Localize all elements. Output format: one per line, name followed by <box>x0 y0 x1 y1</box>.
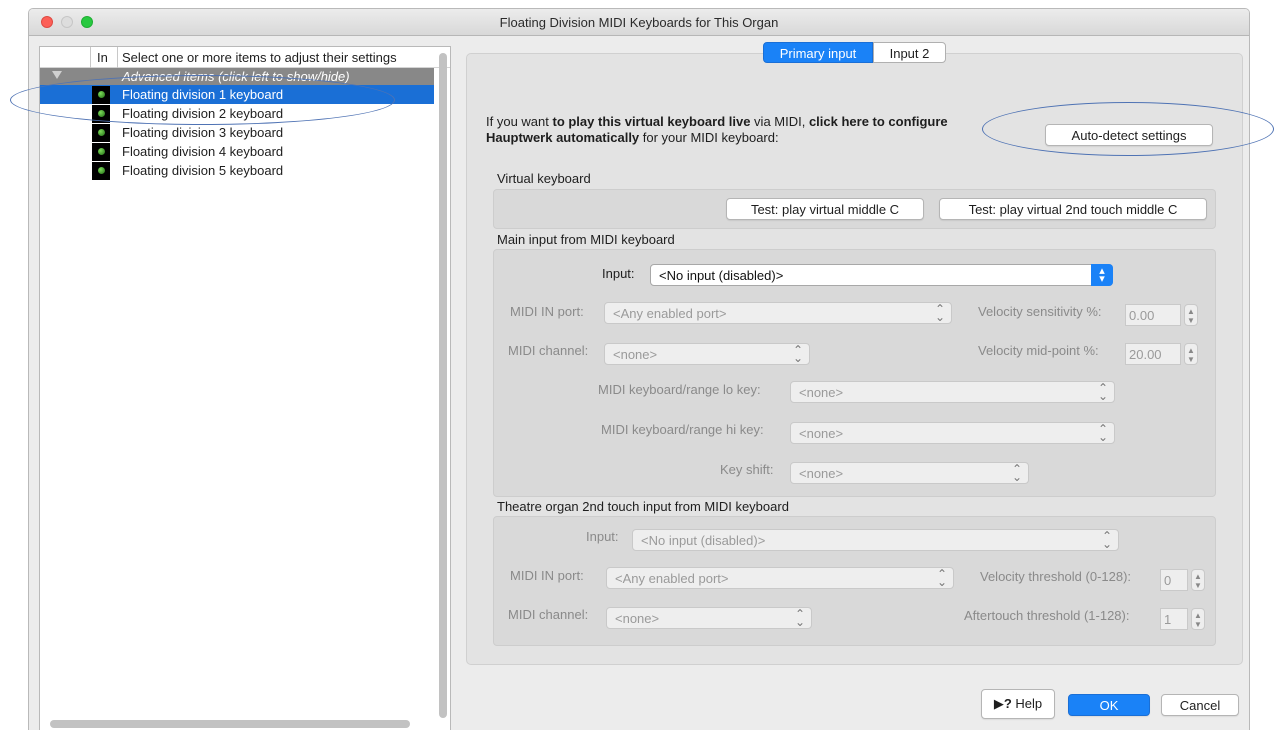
tree-item-label: Floating division 1 keyboard <box>122 87 284 102</box>
theatre-midi-in-port-select[interactable]: <Any enabled port> ⌃ ⌄ <box>606 567 954 589</box>
cancel-button[interactable]: Cancel <box>1161 694 1239 716</box>
key-shift-value: <none> <box>799 466 844 481</box>
led-indicator-icon <box>92 124 110 142</box>
intro-text-bold: to play this virtual keyboard live <box>552 114 751 129</box>
theatre-input-group: Input: <No input (disabled)> ⌃ ⌄ MIDI IN … <box>493 516 1216 646</box>
vertical-scrollbar[interactable] <box>439 53 447 718</box>
virtual-keyboard-group: Test: play virtual middle C Test: play v… <box>493 189 1216 229</box>
aftertouch-threshold-label: Aftertouch threshold (1-128): <box>964 608 1130 623</box>
input-label: Input: <box>602 266 635 281</box>
midi-channel-label: MIDI channel: <box>508 343 589 358</box>
input-select-value: <No input (disabled)> <box>659 268 784 283</box>
tree-item-label: Floating division 4 keyboard <box>122 144 284 159</box>
select-arrows-icon: ⌃ ⌄ <box>936 567 947 589</box>
aftertouch-threshold-stepper[interactable]: ▲ ▼ <box>1191 608 1205 630</box>
velocity-sensitivity-label: Velocity sensitivity %: <box>978 304 1102 319</box>
theatre-midi-channel-select[interactable]: <none> ⌃ ⌄ <box>606 607 812 629</box>
velocity-threshold-stepper[interactable]: ▲ ▼ <box>1191 569 1205 591</box>
tree-item-floating-division-1[interactable]: Floating division 1 keyboard <box>40 85 434 104</box>
select-arrows-icon: ⌃ ⌄ <box>1011 462 1022 484</box>
theatre-midi-in-port-label: MIDI IN port: <box>510 568 584 583</box>
tree-item-floating-division-2[interactable]: Floating division 2 keyboard <box>40 104 434 123</box>
tree-item-label: Floating division 3 keyboard <box>122 125 284 140</box>
theatre-input-select[interactable]: <No input (disabled)> ⌃ ⌄ <box>632 529 1119 551</box>
advanced-items-label: Advanced items (click left to show/hide) <box>122 69 350 84</box>
midi-channel-select[interactable]: <none> ⌃ ⌄ <box>604 343 810 365</box>
main-input-group: Input: <No input (disabled)> ▴ ▾ MIDI IN … <box>493 249 1216 497</box>
help-icon: ▶? <box>993 696 1012 711</box>
select-arrows-icon: ⌃ ⌄ <box>934 302 945 324</box>
theatre-input-label: Input: <box>586 529 619 544</box>
tree-item-label: Floating division 5 keyboard <box>122 163 284 178</box>
tree-item-floating-division-4[interactable]: Floating division 4 keyboard <box>40 142 434 161</box>
input-select[interactable]: <No input (disabled)> ▴ ▾ <box>650 264 1113 286</box>
section-main-input: Main input from MIDI keyboard <box>497 232 675 247</box>
theatre-midi-channel-value: <none> <box>615 611 660 626</box>
column-header-select[interactable]: Select one or more items to adjust their… <box>122 50 397 65</box>
velocity-midpoint-stepper[interactable]: ▲ ▼ <box>1184 343 1198 365</box>
ok-button[interactable]: OK <box>1068 694 1150 716</box>
select-arrows-icon: ⌃ ⌄ <box>792 343 803 365</box>
item-tree[interactable]: In Select one or more items to adjust th… <box>39 46 451 730</box>
midi-channel-value: <none> <box>613 347 658 362</box>
velocity-threshold-field[interactable]: 0 <box>1160 569 1188 591</box>
test-middle-c-button[interactable]: Test: play virtual middle C <box>726 198 924 220</box>
lo-key-select[interactable]: <none> ⌃ ⌄ <box>790 381 1115 403</box>
horizontal-scrollbar[interactable] <box>50 720 410 728</box>
led-indicator-icon <box>92 86 110 104</box>
tree-header: In Select one or more items to adjust th… <box>40 47 450 68</box>
select-arrows-icon: ⌃ ⌄ <box>1097 422 1108 444</box>
help-button-label: Help <box>1015 696 1043 711</box>
velocity-threshold-label: Velocity threshold (0-128): <box>980 569 1132 584</box>
test-2nd-touch-middle-c-button[interactable]: Test: play virtual 2nd touch middle C <box>939 198 1207 220</box>
tab-primary-input[interactable]: Primary input <box>763 42 873 63</box>
key-shift-select[interactable]: <none> ⌃ ⌄ <box>790 462 1029 484</box>
intro-text-part: If you want <box>486 114 553 129</box>
select-arrows-icon: ⌃ ⌄ <box>1101 529 1112 551</box>
tree-item-floating-division-3[interactable]: Floating division 3 keyboard <box>40 123 434 142</box>
velocity-midpoint-label: Velocity mid-point %: <box>978 343 1099 358</box>
auto-detect-intro-text: If you want to play this virtual keyboar… <box>486 114 1006 146</box>
tree-item-floating-division-5[interactable]: Floating division 5 keyboard <box>40 161 434 180</box>
dialog-window: Floating Division MIDI Keyboards for Thi… <box>28 8 1250 730</box>
lo-key-value: <none> <box>799 385 844 400</box>
hi-key-label: MIDI keyboard/range hi key: <box>601 422 764 437</box>
advanced-items-row[interactable]: Advanced items (click left to show/hide) <box>40 68 434 85</box>
velocity-sensitivity-field[interactable]: 0.00 <box>1125 304 1181 326</box>
title-bar: Floating Division MIDI Keyboards for Thi… <box>29 9 1249 36</box>
theatre-midi-channel-label: MIDI channel: <box>508 607 589 622</box>
tree-item-label: Floating division 2 keyboard <box>122 106 284 121</box>
help-button[interactable]: ▶? Help <box>981 689 1055 719</box>
tab-input-2[interactable]: Input 2 <box>873 42 946 63</box>
settings-panel: If you want to play this virtual keyboar… <box>466 53 1243 665</box>
select-arrows-icon: ⌃ ⌄ <box>794 607 805 629</box>
select-arrows-icon: ▴ ▾ <box>1091 264 1113 286</box>
key-shift-label: Key shift: <box>720 462 774 477</box>
section-virtual-keyboard: Virtual keyboard <box>497 171 591 186</box>
column-header-in[interactable]: In <box>90 47 118 68</box>
intro-text-part: for your MIDI keyboard: <box>639 130 779 145</box>
hi-key-value: <none> <box>799 426 844 441</box>
midi-in-port-select[interactable]: <Any enabled port> ⌃ ⌄ <box>604 302 952 324</box>
auto-detect-settings-button[interactable]: Auto-detect settings <box>1045 124 1213 146</box>
theatre-input-value: <No input (disabled)> <box>641 533 766 548</box>
disclosure-triangle-icon[interactable] <box>52 71 62 79</box>
velocity-midpoint-field[interactable]: 20.00 <box>1125 343 1181 365</box>
led-indicator-icon <box>92 162 110 180</box>
select-arrows-icon: ⌃ ⌄ <box>1097 381 1108 403</box>
intro-text-part: via MIDI, <box>750 114 809 129</box>
led-indicator-icon <box>92 105 110 123</box>
theatre-midi-in-port-value: <Any enabled port> <box>615 571 729 586</box>
midi-in-port-label: MIDI IN port: <box>510 304 584 319</box>
aftertouch-threshold-field[interactable]: 1 <box>1160 608 1188 630</box>
window-title: Floating Division MIDI Keyboards for Thi… <box>499 15 779 30</box>
lo-key-label: MIDI keyboard/range lo key: <box>598 382 761 397</box>
midi-in-port-value: <Any enabled port> <box>613 306 727 321</box>
hi-key-select[interactable]: <none> ⌃ ⌄ <box>790 422 1115 444</box>
section-theatre-input: Theatre organ 2nd touch input from MIDI … <box>497 499 789 514</box>
velocity-sensitivity-stepper[interactable]: ▲ ▼ <box>1184 304 1198 326</box>
led-indicator-icon <box>92 143 110 161</box>
